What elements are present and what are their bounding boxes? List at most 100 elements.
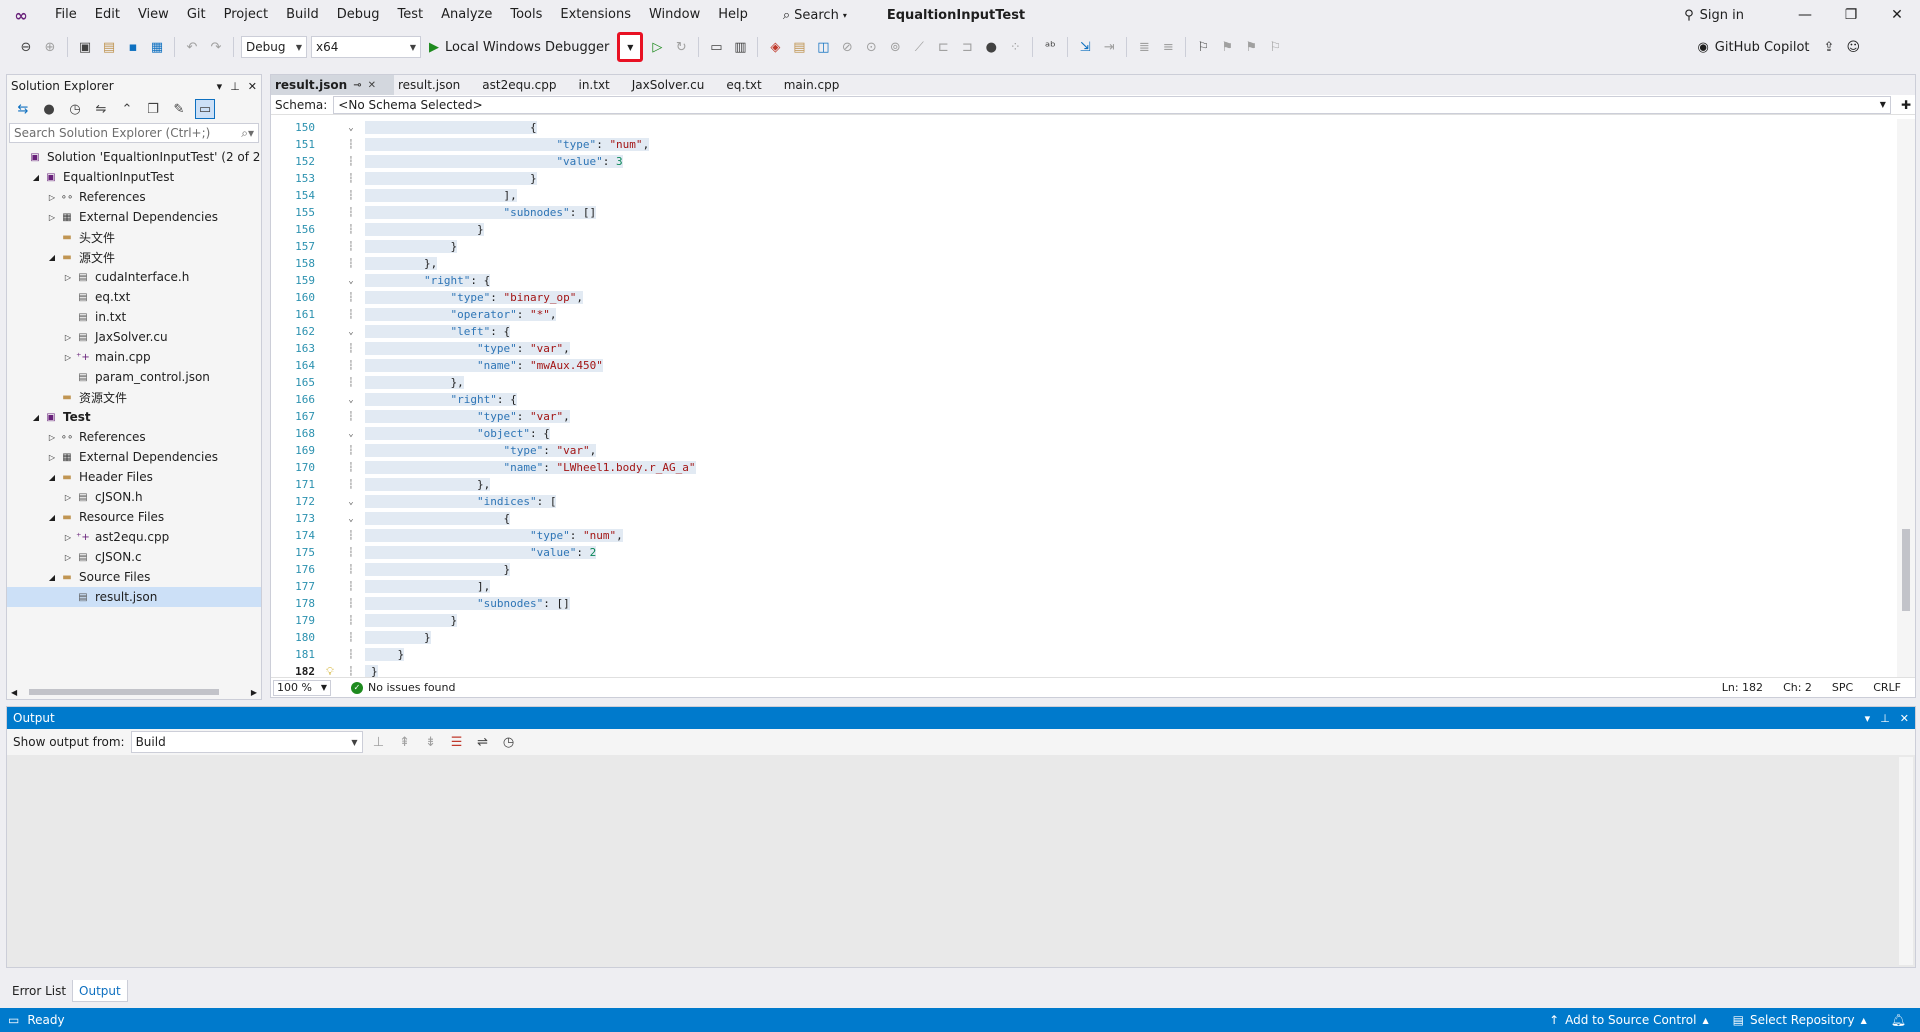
back-icon[interactable]: ⊖ — [16, 37, 36, 57]
code-line[interactable]: 158 ┆ }, — [271, 255, 1897, 272]
platform-select[interactable]: x64 ▼ — [311, 36, 421, 58]
collapsed-triangle-icon[interactable]: ▷ — [45, 453, 59, 462]
menu-help[interactable]: Help — [709, 0, 757, 30]
editor-tab[interactable]: main.cpp — [779, 75, 858, 95]
fold-chevron-icon[interactable]: ⌄ — [337, 276, 365, 286]
tree-item[interactable]: ▬ 资源文件 — [7, 387, 261, 407]
tree-item[interactable]: ▤ eq.txt — [7, 287, 261, 307]
code-line[interactable]: 159 ⌄ "right": { — [271, 272, 1897, 289]
cut-icon[interactable]: ⟋ — [909, 37, 929, 57]
fold-chevron-icon[interactable]: ⌄ — [337, 123, 365, 133]
copy-icon[interactable]: ⊏ — [933, 37, 953, 57]
vertical-scrollbar[interactable] — [1897, 119, 1915, 677]
code-line[interactable]: 181 ┆ } — [271, 646, 1897, 663]
code-line[interactable]: 173 ⌄ { — [271, 510, 1897, 527]
tree-item[interactable]: ◢ ▣ EqualtionInputTest — [7, 167, 261, 187]
open-folder-icon[interactable]: ▤ — [99, 37, 119, 57]
configuration-select[interactable]: Debug ▼ — [241, 36, 307, 58]
select-repository-button[interactable]: ▤ Select Repository ▲ — [1733, 1013, 1867, 1027]
undo-icon[interactable]: ↶ — [182, 37, 202, 57]
whitespace-mode[interactable]: SPC — [1832, 681, 1853, 694]
tree-item[interactable]: ▤ result.json — [7, 587, 261, 607]
menu-edit[interactable]: Edit — [86, 0, 129, 30]
add-to-source-control-button[interactable]: ↑ Add to Source Control ▲ — [1549, 1013, 1709, 1027]
close-icon[interactable]: ✕ — [368, 80, 376, 91]
code-line[interactable]: 153 ┆ } — [271, 170, 1897, 187]
scrollbar-thumb[interactable] — [29, 689, 220, 695]
editor-tab[interactable]: in.txt — [574, 75, 628, 95]
next-message-icon[interactable]: ⇟ — [421, 732, 441, 752]
expanded-triangle-icon[interactable]: ◢ — [45, 573, 59, 582]
menu-file[interactable]: File — [46, 0, 86, 30]
history-icon[interactable]: ◷ — [65, 99, 85, 119]
tree-item[interactable]: ▷ ∘∘ References — [7, 187, 261, 207]
code-line[interactable]: 171 ┆ }, — [271, 476, 1897, 493]
collapsed-triangle-icon[interactable]: ▷ — [45, 213, 59, 222]
collapsed-triangle-icon[interactable]: ▷ — [45, 193, 59, 202]
notifications-button[interactable]: 🔔︎ — [1891, 1013, 1906, 1027]
minimize-button[interactable]: — — [1782, 0, 1828, 30]
sign-in-button[interactable]: ⚲ Sign in — [1684, 0, 1744, 30]
restore-button[interactable]: ❐ — [1828, 0, 1874, 30]
forward-icon[interactable]: ⊕ — [40, 37, 60, 57]
performance-icon[interactable]: ⊚ — [885, 37, 905, 57]
close-window-button[interactable]: ✕ — [1874, 0, 1920, 30]
tree-item[interactable]: ▷ ⁺+ ast2equ.cpp — [7, 527, 261, 547]
schema-select[interactable]: <No Schema Selected> ▼ — [333, 95, 1891, 114]
code-line[interactable]: 165 ┆ }, — [271, 374, 1897, 391]
menu-debug[interactable]: Debug — [328, 0, 389, 30]
menu-test[interactable]: Test — [389, 0, 433, 30]
expanded-triangle-icon[interactable]: ◢ — [45, 253, 59, 262]
clear-all-icon[interactable]: ☰ — [447, 732, 467, 752]
tree-item[interactable]: ▷ ▤ cJSON.h — [7, 487, 261, 507]
tree-item[interactable]: ▣ Solution 'EqualtionInputTest' (2 of 2 p… — [7, 147, 261, 167]
cuda-icon[interactable]: ◈ — [765, 37, 785, 57]
tree-item[interactable]: ▷ ▦ External Dependencies — [7, 447, 261, 467]
tree-item[interactable]: ▤ in.txt — [7, 307, 261, 327]
fold-chevron-icon[interactable]: ⌄ — [337, 497, 365, 507]
debug-target-dropdown[interactable]: ▼ — [617, 32, 644, 62]
code-line[interactable]: 167 ┆ "type": "var", — [271, 408, 1897, 425]
collapsed-triangle-icon[interactable]: ▷ — [45, 433, 59, 442]
solution-explorer-search-input[interactable]: Search Solution Explorer (Ctrl+;) ⌕▾ — [9, 123, 259, 143]
window-layout-icon[interactable]: ▥ — [730, 37, 750, 57]
expanded-triangle-icon[interactable]: ◢ — [45, 473, 59, 482]
tab-output[interactable]: Output — [72, 980, 128, 1002]
scroll-right-icon[interactable]: ▶ — [251, 688, 257, 697]
refresh-icon[interactable]: ↻ — [671, 37, 691, 57]
output-source-select[interactable]: Build ▼ — [130, 731, 363, 753]
menu-window[interactable]: Window — [640, 0, 709, 30]
editor-tab[interactable]: result.json — [393, 75, 479, 95]
collapsed-triangle-icon[interactable]: ▷ — [61, 333, 75, 342]
browse-icon[interactable]: ▭ — [706, 37, 726, 57]
switch-views-icon[interactable]: ⇆ — [13, 99, 33, 119]
code-line[interactable]: 164 ┆ "name": "mwAux.450" — [271, 357, 1897, 374]
breakpoints-icon[interactable]: ⁘ — [1005, 37, 1025, 57]
tree-item[interactable]: ◢ ▬ Resource Files — [7, 507, 261, 527]
tree-item[interactable]: ▬ 头文件 — [7, 227, 261, 247]
editor-tab[interactable]: eq.txt — [722, 75, 780, 95]
code-line[interactable]: 168 ⌄ "object": { — [271, 425, 1897, 442]
pin-icon[interactable]: ⊥ — [230, 80, 240, 93]
menu-view[interactable]: View — [129, 0, 178, 30]
code-line[interactable]: 179 ┆ } — [271, 612, 1897, 629]
tree-item[interactable]: ▷ ▦ External Dependencies — [7, 207, 261, 227]
code-line[interactable]: 156 ┆ } — [271, 221, 1897, 238]
code-line[interactable]: 166 ⌄ "right": { — [271, 391, 1897, 408]
share-icon[interactable]: ⇪ — [1824, 40, 1835, 55]
step-icon[interactable]: ⇲ — [1075, 37, 1095, 57]
tree-item[interactable]: ▷ ▤ JaxSolver.cu — [7, 327, 261, 347]
fold-chevron-icon[interactable]: ⌄ — [337, 327, 365, 337]
scroll-left-icon[interactable]: ◀ — [11, 688, 17, 697]
next-bookmark-icon[interactable]: ⚑ — [1241, 37, 1261, 57]
link-icon[interactable]: ⊘ — [837, 37, 857, 57]
tree-item[interactable]: ▤ param_control.json — [7, 367, 261, 387]
line-ending[interactable]: CRLF — [1873, 681, 1901, 694]
code-line[interactable]: 161 ┆ "operator": "*", — [271, 306, 1897, 323]
fold-chevron-icon[interactable]: ⌄ — [337, 514, 365, 524]
attach-icon[interactable]: ⊙ — [861, 37, 881, 57]
column-number[interactable]: Ch: 2 — [1783, 681, 1812, 694]
visual-studio-logo-icon[interactable]: ∞ — [10, 5, 32, 25]
tree-item[interactable]: ◢ ▬ 源文件 — [7, 247, 261, 267]
code-line[interactable]: 150 ⌄ { — [271, 119, 1897, 136]
